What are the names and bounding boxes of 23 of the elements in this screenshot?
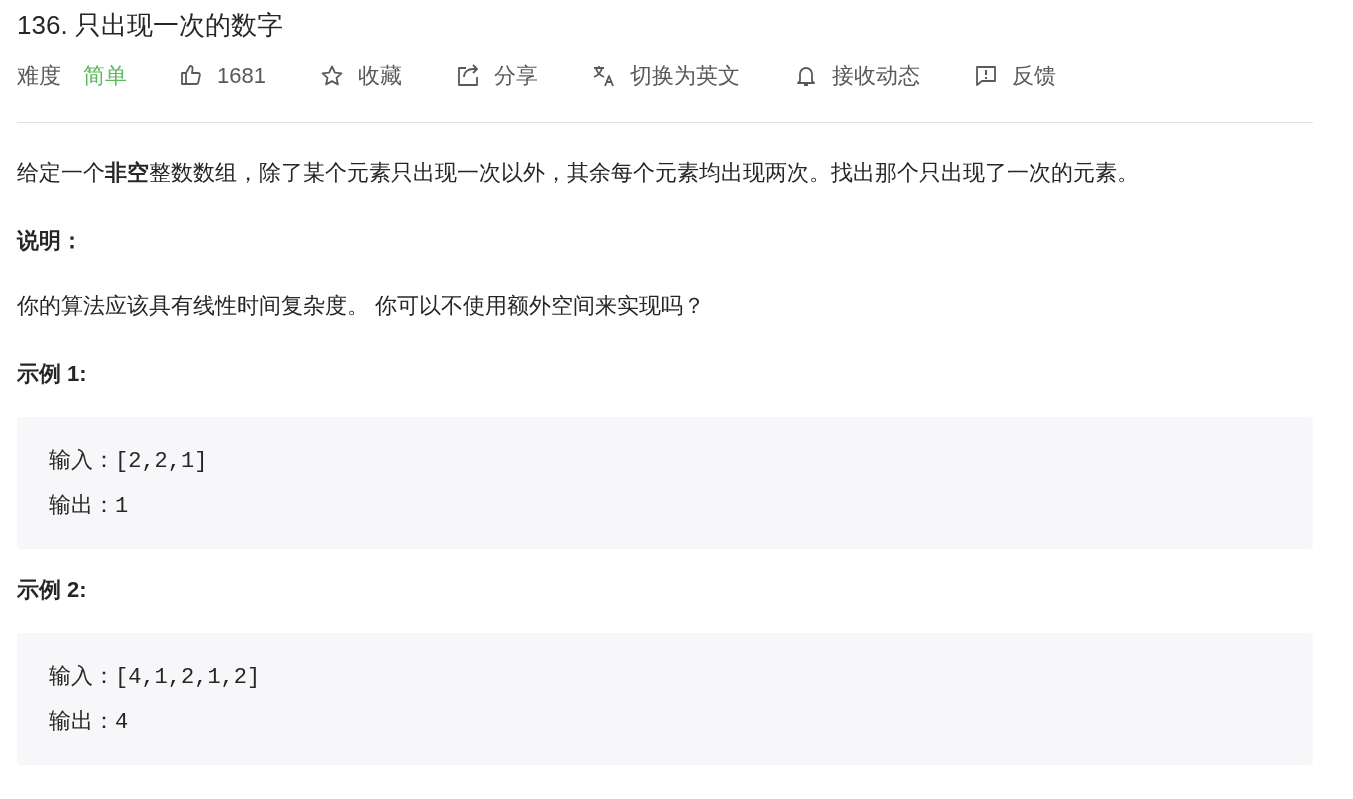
star-icon (319, 64, 344, 88)
share-icon (455, 64, 480, 88)
code-line: 输出：1 (49, 493, 130, 521)
code-line: 输入：[2,2,1] (49, 448, 209, 476)
difficulty-value: 简单 (83, 62, 127, 90)
share-button[interactable]: 分享 (455, 61, 538, 91)
translate-icon (591, 64, 616, 88)
description-text: 你的算法应该具有线性时间复杂度。 你可以不使用额外空间来实现吗？ (17, 292, 707, 320)
section-heading: 示例 2: (17, 576, 88, 604)
thumbs-up-icon (179, 64, 203, 88)
section-heading: 说明： (17, 227, 84, 255)
section-heading: 示例 1: (17, 360, 88, 388)
feedback-icon (973, 64, 998, 88)
code-line: 输出：4 (49, 709, 130, 737)
translate-button[interactable]: 切换为英文 (591, 61, 740, 91)
star-button[interactable]: 收藏 (319, 61, 402, 91)
bell-button[interactable]: 接收动态 (793, 61, 920, 91)
code-line: 输入：[4,1,2,1,2] (49, 664, 262, 692)
like-button[interactable]: 1681 (179, 63, 266, 89)
difficulty-label: 难度 (17, 62, 61, 90)
feedback-button[interactable]: 反馈 (973, 61, 1056, 91)
problem-title: 136. 只出现一次的数字 (17, 9, 284, 42)
description-text: 给定一个非空整数数组，除了某个元素只出现一次以外，其余每个元素均出现两次。找出那个只出现了一次的元素。 (17, 159, 1140, 187)
